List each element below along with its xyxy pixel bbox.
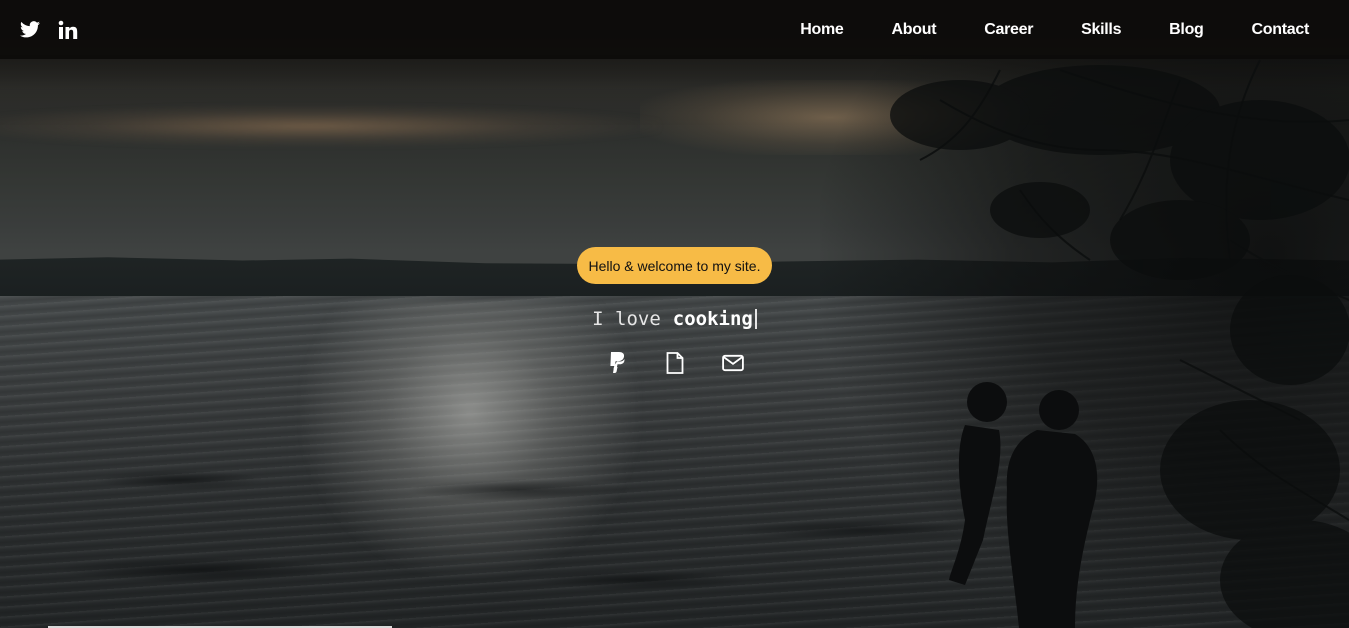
typed-headline: I love cooking [592, 306, 757, 332]
typed-word: cooking [672, 308, 753, 330]
nav-blog[interactable]: Blog [1145, 18, 1227, 42]
resume-link[interactable] [664, 351, 686, 375]
linkedin-icon [58, 20, 78, 39]
top-navbar: Home About Career Skills Blog Contact [0, 0, 1349, 59]
nav-contact[interactable]: Contact [1228, 18, 1333, 42]
social-links [18, 18, 80, 42]
contact-icons [606, 351, 744, 375]
twitter-icon [20, 21, 40, 38]
nav-career[interactable]: Career [960, 18, 1057, 42]
nav-skills[interactable]: Skills [1057, 18, 1145, 42]
twitter-link[interactable] [18, 18, 42, 42]
paypal-icon [609, 352, 624, 373]
nav-about[interactable]: About [868, 18, 961, 42]
welcome-badge: Hello & welcome to my site. [576, 247, 773, 284]
typed-prefix: I love [592, 308, 661, 330]
paypal-link[interactable] [606, 351, 628, 375]
linkedin-link[interactable] [56, 18, 80, 42]
nav-home[interactable]: Home [776, 18, 867, 42]
hero-content: Hello & welcome to my site. I love cooki… [0, 247, 1349, 375]
typing-cursor [754, 309, 757, 329]
nav-menu: Home About Career Skills Blog Contact [776, 18, 1333, 42]
email-link[interactable] [721, 351, 744, 375]
document-icon [666, 352, 683, 374]
silhouette-people [949, 382, 1098, 628]
envelope-icon [721, 354, 744, 372]
